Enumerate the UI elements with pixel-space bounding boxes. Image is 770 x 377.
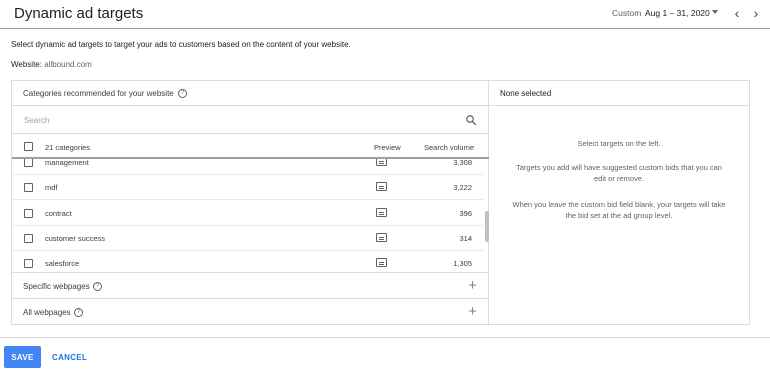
bid-blank-info: When you leave the custom bid field blan… [512,200,726,220]
categories-title: Categories recommended for your website [23,89,174,98]
suggested-bids-info: Targets you add will have suggested cust… [516,163,722,183]
previous-period-button[interactable]: ‹ [730,6,744,20]
table-row[interactable]: contract 396 [12,201,484,226]
preview-icon[interactable] [376,258,387,267]
website-value: allbound.com [44,60,92,69]
preview-icon[interactable] [376,233,387,242]
search-volume: 1,305 [453,259,472,268]
category-rows: management 3,308 mdf 3,222 contract 396 … [12,159,489,272]
help-icon[interactable]: ? [178,89,187,98]
category-name: contract [45,209,72,218]
specific-webpages-row[interactable]: Specific webpages ? + [12,272,489,298]
targets-panel: Categories recommended for your website … [11,80,750,325]
intro-text: Select dynamic ad targets to target your… [11,40,351,49]
search-volume: 314 [459,234,472,243]
row-checkbox[interactable] [24,183,33,192]
search-volume: 3,222 [453,183,472,192]
all-webpages-row[interactable]: All webpages ? + [12,298,489,324]
help-icon[interactable]: ? [74,308,83,317]
selected-title-row: None selected [489,81,749,106]
row-checkbox[interactable] [24,159,33,167]
category-name: salesforce [45,259,80,268]
plus-icon[interactable]: + [467,278,478,293]
selected-targets-column: None selected Select targets on the left… [489,81,749,324]
save-button[interactable]: SAVE [4,346,41,368]
categories-column: Categories recommended for your website … [12,81,489,324]
row-checkbox[interactable] [24,209,33,218]
preview-icon[interactable] [376,159,387,166]
cancel-button[interactable]: CANCEL [49,346,90,368]
select-all-checkbox[interactable] [24,142,33,151]
category-count-header: 21 categories [45,143,91,152]
search-volume-header: Search volume [424,143,475,152]
search-icon[interactable] [465,114,477,126]
preview-icon[interactable] [376,208,387,217]
search-input[interactable] [24,114,444,127]
table-row[interactable]: management 3,308 [12,159,484,175]
categories-title-row: Categories recommended for your website … [12,81,489,106]
footer-bar: SAVE CANCEL [0,337,770,377]
date-range-selector[interactable]: Aug 1 – 31, 2020 [645,8,710,18]
caret-down-icon[interactable] [712,10,718,14]
search-volume: 396 [459,209,472,218]
all-webpages-label: All webpages [23,308,71,317]
help-icon[interactable]: ? [93,282,102,291]
row-checkbox[interactable] [24,234,33,243]
search-row [12,106,489,134]
category-name: mdf [45,183,58,192]
none-selected-label: None selected [500,89,552,98]
search-volume: 3,308 [453,159,472,167]
date-range-label: Custom [612,8,642,18]
page-header: Dynamic ad targets Custom Aug 1 – 31, 20… [0,0,770,29]
specific-webpages-label: Specific webpages [23,282,90,291]
table-row[interactable]: salesforce 1,305 [12,251,484,272]
category-name: customer success [45,234,106,243]
preview-icon[interactable] [376,182,387,191]
selection-hint: Select targets on the left. [577,139,661,148]
preview-header: Preview [374,143,401,152]
website-label: Website: [11,60,42,69]
plus-icon[interactable]: + [467,304,478,319]
row-checkbox[interactable] [24,259,33,268]
page-title: Dynamic ad targets [14,5,144,22]
category-name: management [45,159,89,167]
next-period-button[interactable]: › [749,6,763,20]
table-row[interactable]: customer success 314 [12,226,484,251]
website-row: Website: allbound.com [11,60,92,69]
table-header: 21 categories Preview Search volume [12,134,489,159]
table-row[interactable]: mdf 3,222 [12,175,484,200]
